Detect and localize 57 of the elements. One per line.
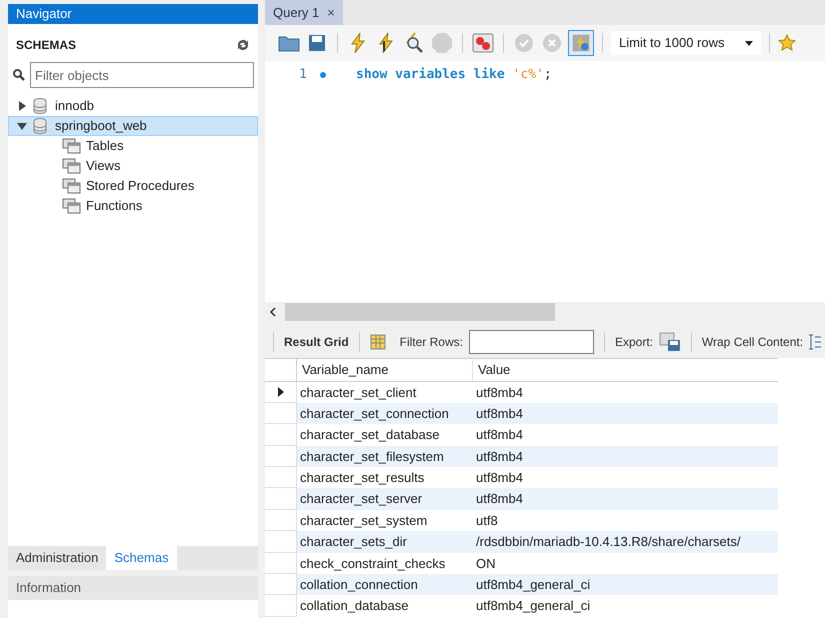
table-cell: utf8mb4_general_ci — [473, 574, 778, 596]
table-cell: character_set_server — [297, 488, 473, 510]
schema-object-item[interactable]: Functions — [8, 196, 258, 216]
table-cell: character_set_filesystem — [297, 446, 473, 468]
current-row-icon — [278, 386, 284, 397]
panel-tab[interactable]: Administration — [8, 546, 106, 570]
information-title: Information — [8, 576, 258, 600]
schema-object-item[interactable]: Stored Procedures — [8, 176, 258, 196]
autocommit-icon[interactable] — [568, 30, 594, 56]
schema-name: innodb — [55, 97, 94, 116]
table-cell: character_set_client — [297, 382, 473, 403]
schema-item[interactable]: springboot_web — [8, 116, 258, 136]
table-cell: /rdsdbbin/mariadb-10.4.13.R8/share/charsets/ — [473, 531, 778, 553]
schema-name: springboot_web — [55, 117, 147, 136]
navigator-title: Navigator — [8, 4, 258, 24]
table-group-icon — [62, 178, 82, 194]
table-cell: character_set_connection — [297, 402, 473, 424]
wrap-icon[interactable] — [809, 334, 822, 350]
schema-object-item[interactable]: Tables — [8, 136, 258, 156]
table-cell: utf8mb4 — [473, 446, 778, 468]
grid-columns-icon[interactable] — [370, 334, 386, 350]
line-number: 1 — [298, 66, 307, 84]
filter-rows-label: Filter Rows: — [400, 334, 463, 350]
database-icon — [33, 98, 47, 114]
query-tab[interactable]: Query 1 × — [265, 0, 343, 25]
table-cell: collation_connection — [297, 574, 473, 596]
statement-marker-icon — [320, 72, 326, 78]
close-icon[interactable]: × — [327, 2, 335, 22]
wrap-cell-label: Wrap Cell Content: — [702, 334, 804, 350]
column-header[interactable]: Variable_name — [297, 358, 473, 380]
column-header[interactable]: Value — [473, 358, 778, 380]
search-icon — [12, 68, 26, 82]
scroll-left-icon[interactable] — [269, 306, 277, 316]
panel-tab[interactable]: Schemas — [106, 546, 177, 570]
caret-icon — [745, 40, 753, 46]
result-grid-tab[interactable]: Result Grid — [284, 332, 349, 350]
table-cell: character_sets_dir — [297, 531, 473, 553]
error-stop-icon[interactable] — [471, 31, 495, 55]
code-line: show variables like 'c%'; — [356, 66, 552, 84]
refresh-icon[interactable] — [236, 39, 250, 51]
table-group-icon — [62, 158, 82, 174]
filter-rows-field[interactable] — [468, 330, 594, 354]
table-cell: utf8mb4 — [473, 488, 778, 510]
section-title: SCHEMAS — [16, 37, 76, 54]
database-icon — [33, 118, 47, 134]
limit-dropdown[interactable]: Limit to 1000 rows — [611, 31, 761, 55]
horizontal-scrollbar-thumb[interactable] — [285, 302, 555, 320]
schema-item[interactable]: innodb — [8, 96, 258, 116]
table-group-icon — [62, 138, 82, 154]
schema-object-item[interactable]: Views — [8, 156, 258, 176]
table-cell: utf8mb4 — [473, 402, 778, 424]
export-label: Export: — [614, 334, 653, 350]
filter-field[interactable]: Filter objects — [30, 62, 254, 88]
table-group-icon — [62, 198, 82, 214]
export-icon[interactable] — [658, 332, 681, 352]
star-icon[interactable] — [778, 34, 796, 52]
expander-icon[interactable] — [17, 121, 29, 131]
